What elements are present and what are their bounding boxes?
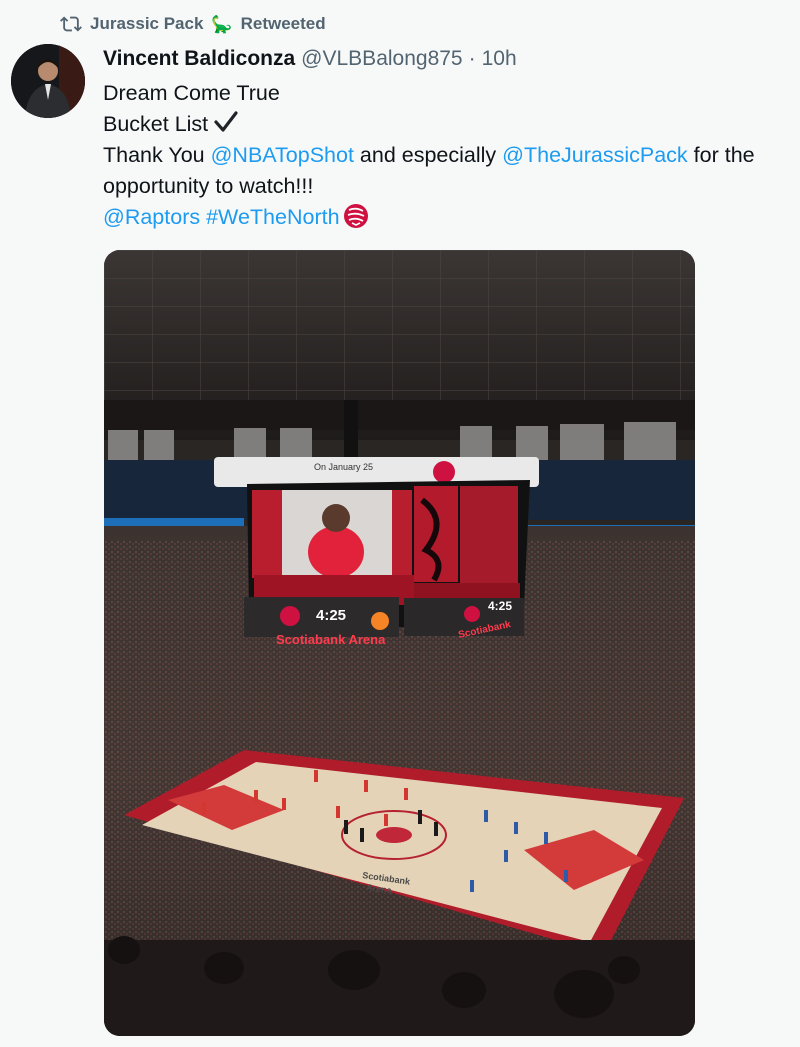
timestamp[interactable]: 10h	[482, 47, 517, 71]
tweet-text: Dream Come True Bucket List Thank You @N…	[103, 78, 795, 233]
tweet-photo[interactable]: On January 25 4:25 4:25 Scotiabank Arena…	[104, 250, 695, 1036]
scoreboard-clock: 4:25	[316, 607, 346, 624]
separator: ·	[468, 47, 476, 70]
hashtag-link[interactable]: #WeTheNorth	[206, 205, 339, 229]
retweeter-name[interactable]: Jurassic Pack	[90, 14, 203, 34]
tweet-header: Vincent Baldiconza @VLBBalong875 · 10h	[103, 44, 517, 74]
retweet-icon	[60, 16, 82, 32]
tweet-line: Dream Come True	[103, 81, 280, 105]
mention-link[interactable]: @Raptors	[103, 205, 200, 229]
scoreboard-clock-side: 4:25	[488, 599, 512, 613]
tweet-line: @Raptors #WeTheNorth	[103, 202, 795, 233]
tweet-line-with-check: Bucket List	[103, 109, 795, 140]
retweet-context[interactable]: Jurassic Pack 🦕 Retweeted	[60, 12, 326, 36]
retweeted-label: Retweeted	[240, 14, 326, 33]
ticker-text: On January 25	[314, 462, 373, 472]
raptors-logo-icon	[343, 204, 368, 228]
author-name[interactable]: Vincent Baldiconza	[103, 47, 295, 71]
mention-link[interactable]: @NBATopShot	[211, 143, 354, 167]
avatar[interactable]	[11, 44, 85, 118]
text-fragment: for the	[687, 143, 755, 167]
checkmark-icon	[214, 111, 238, 132]
author-handle[interactable]: @VLBBalong875	[301, 47, 462, 71]
text-fragment: Thank You	[103, 143, 211, 167]
tweet-line: opportunity to watch!!!	[103, 174, 314, 198]
tweet-line: Bucket List	[103, 112, 209, 136]
text-fragment: and especially	[353, 143, 503, 167]
tweet-line: Thank You @NBATopShot and especially @Th…	[103, 140, 795, 171]
mention-link[interactable]: @TheJurassicPack	[502, 143, 688, 167]
dinosaur-emoji: 🦕	[211, 14, 233, 34]
arena-name-banner: Scotiabank Arena	[276, 632, 386, 647]
